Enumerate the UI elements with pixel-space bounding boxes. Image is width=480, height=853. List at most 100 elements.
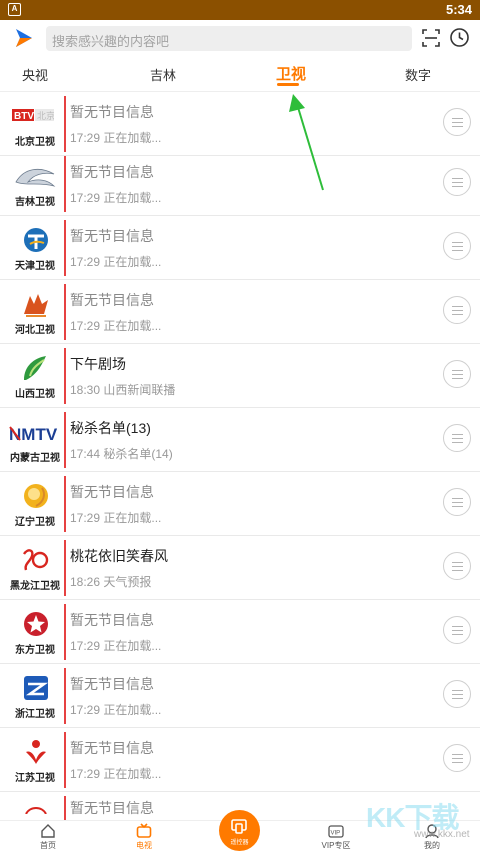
tab-cctv[interactable]: 央视 <box>22 65 48 84</box>
more-menu-icon[interactable] <box>443 168 471 196</box>
channel-name: 江苏卫视 <box>15 773 55 784</box>
channel-name: 天津卫视 <box>15 261 55 272</box>
channel-name: 山西卫视 <box>15 389 55 400</box>
channel-row-dongfang[interactable]: 东方卫视 暂无节目信息 17:29 正在加载... <box>0 600 480 664</box>
jilin-logo-icon: 吉林卫视 <box>6 160 64 208</box>
more-menu-icon[interactable] <box>443 488 471 516</box>
hebei-logo-icon: 河北卫视 <box>6 288 64 336</box>
nav-label: 电视 <box>136 841 152 850</box>
next-program: 17:29 正在加载... <box>70 131 162 145</box>
svg-text:BTV: BTV <box>14 111 34 122</box>
row-divider <box>64 476 66 532</box>
next-program: 17:44 秘杀名单(14) <box>70 447 173 461</box>
notification-icon: A <box>8 3 21 16</box>
current-program: 暂无节目信息 <box>70 740 154 756</box>
nav-label: 遥控器 <box>230 840 249 846</box>
search-placeholder: 搜索感兴趣的内容吧 <box>52 34 170 49</box>
row-divider <box>64 96 66 152</box>
zhejiang-logo-icon: 浙江卫视 <box>6 672 64 720</box>
tab-digital[interactable]: 数字 <box>405 65 431 84</box>
history-clock-icon[interactable] <box>449 27 470 48</box>
annotation-arrow-icon <box>289 94 324 191</box>
liaoning-logo-icon: 辽宁卫视 <box>6 480 64 528</box>
row-divider <box>64 412 66 468</box>
channel-name: 黑龙江卫视 <box>10 581 60 592</box>
channel-row-shanxi[interactable]: 山西卫视 下午剧场 18:30 山西新闻联播 <box>0 344 480 408</box>
current-program: 秘杀名单(13) <box>70 420 151 436</box>
current-program: 暂无节目信息 <box>70 800 154 816</box>
row-divider <box>64 220 66 276</box>
channel-name: 辽宁卫视 <box>15 517 55 528</box>
current-program: 暂无节目信息 <box>70 228 154 244</box>
nav-label: 首页 <box>40 841 56 850</box>
more-menu-icon[interactable] <box>443 616 471 644</box>
tab-satellite[interactable]: 卫视 <box>276 63 306 84</box>
more-menu-icon[interactable] <box>443 552 471 580</box>
more-menu-icon[interactable] <box>443 680 471 708</box>
tab-jilin[interactable]: 吉林 <box>150 65 176 84</box>
top-bar: 搜索感兴趣的内容吧 <box>0 20 480 56</box>
current-program: 下午剧场 <box>70 356 126 372</box>
channel-row-tianjin[interactable]: 天津卫视 暂无节目信息 17:29 正在加载... <box>0 216 480 280</box>
next-program: 17:29 正在加载... <box>70 511 162 525</box>
channel-row-beijing[interactable]: BTV 北京 北京卫视 暂无节目信息 17:29 正在加载... <box>0 92 480 156</box>
row-divider <box>64 796 66 820</box>
next-program: 17:29 正在加载... <box>70 703 162 717</box>
jiangsu-logo-icon: 江苏卫视 <box>6 736 64 784</box>
current-program: 暂无节目信息 <box>70 612 154 628</box>
remote-button[interactable]: 遥控器 <box>219 810 260 851</box>
btv-logo-icon: BTV 北京 北京卫视 <box>6 100 64 148</box>
channel-row-hebei[interactable]: 河北卫视 暂无节目信息 17:29 正在加载... <box>0 280 480 344</box>
channel-row-zhejiang[interactable]: 浙江卫视 暂无节目信息 17:29 正在加载... <box>0 664 480 728</box>
heilongjiang-logo-icon: 黑龙江卫视 <box>6 544 64 592</box>
nav-home[interactable]: 首页 <box>23 823 73 851</box>
next-program: 17:29 正在加载... <box>70 319 162 333</box>
row-divider <box>64 604 66 660</box>
current-program: 暂无节目信息 <box>70 292 154 308</box>
vip-icon: VIP <box>328 825 344 838</box>
channel-name: 浙江卫视 <box>15 709 55 720</box>
channel-row-neimenggu[interactable]: NMTV 内蒙古卫视 秘杀名单(13) 17:44 秘杀名单(14) <box>0 408 480 472</box>
category-tabs: 央视 吉林 卫视 数字 <box>0 56 480 92</box>
scan-icon[interactable] <box>421 28 441 48</box>
search-input[interactable]: 搜索感兴趣的内容吧 <box>46 26 412 51</box>
channel-row-heilongjiang[interactable]: 黑龙江卫视 桃花依旧笑春风 18:26 天气预报 <box>0 536 480 600</box>
home-icon <box>41 824 55 838</box>
status-time: 5:34 <box>445 2 472 17</box>
more-menu-icon[interactable] <box>443 296 471 324</box>
next-program: 18:30 山西新闻联播 <box>70 383 176 397</box>
next-program: 17:29 正在加载... <box>70 767 162 781</box>
current-program: 暂无节目信息 <box>70 676 154 692</box>
channel-row-liaoning[interactable]: 辽宁卫视 暂无节目信息 17:29 正在加载... <box>0 472 480 536</box>
shanxi-logo-icon: 山西卫视 <box>6 352 64 400</box>
channel-name: 吉林卫视 <box>15 197 55 208</box>
channel-name: 内蒙古卫视 <box>10 453 60 464</box>
more-menu-icon[interactable] <box>443 360 471 388</box>
more-menu-icon[interactable] <box>443 108 471 136</box>
more-menu-icon[interactable] <box>443 424 471 452</box>
channel-row-jiangsu[interactable]: 江苏卫视 暂无节目信息 17:29 正在加载... <box>0 728 480 792</box>
row-divider <box>64 348 66 404</box>
watermark-url: www.kkx.net <box>414 829 470 840</box>
nav-tv[interactable]: 电视 <box>119 823 169 851</box>
tv-icon <box>136 823 152 838</box>
more-menu-icon[interactable] <box>443 232 471 260</box>
nav-vip[interactable]: VIP VIP专区 <box>311 823 361 851</box>
channel-name: 河北卫视 <box>15 325 55 336</box>
row-divider <box>64 284 66 340</box>
channel-list: BTV 北京 北京卫视 暂无节目信息 17:29 正在加载... 吉林卫视 暂无… <box>0 92 480 820</box>
row-divider <box>64 540 66 596</box>
nav-label: VIP专区 <box>321 841 351 850</box>
dongfang-logo-icon: 东方卫视 <box>6 608 64 656</box>
row-divider <box>64 668 66 724</box>
nmtv-logo-icon: NMTV 内蒙古卫视 <box>6 416 64 464</box>
channel-row-jilin[interactable]: 吉林卫视 暂无节目信息 17:29 正在加载... <box>0 152 480 216</box>
current-program: 暂无节目信息 <box>70 484 154 500</box>
partial-logo-icon <box>6 800 64 820</box>
svg-text:北京: 北京 <box>37 110 54 122</box>
remote-icon <box>231 819 247 834</box>
more-menu-icon[interactable] <box>443 744 471 772</box>
current-program: 暂无节目信息 <box>70 104 154 120</box>
next-program: 18:26 天气预报 <box>70 575 152 589</box>
tianjin-logo-icon: 天津卫视 <box>6 224 64 272</box>
